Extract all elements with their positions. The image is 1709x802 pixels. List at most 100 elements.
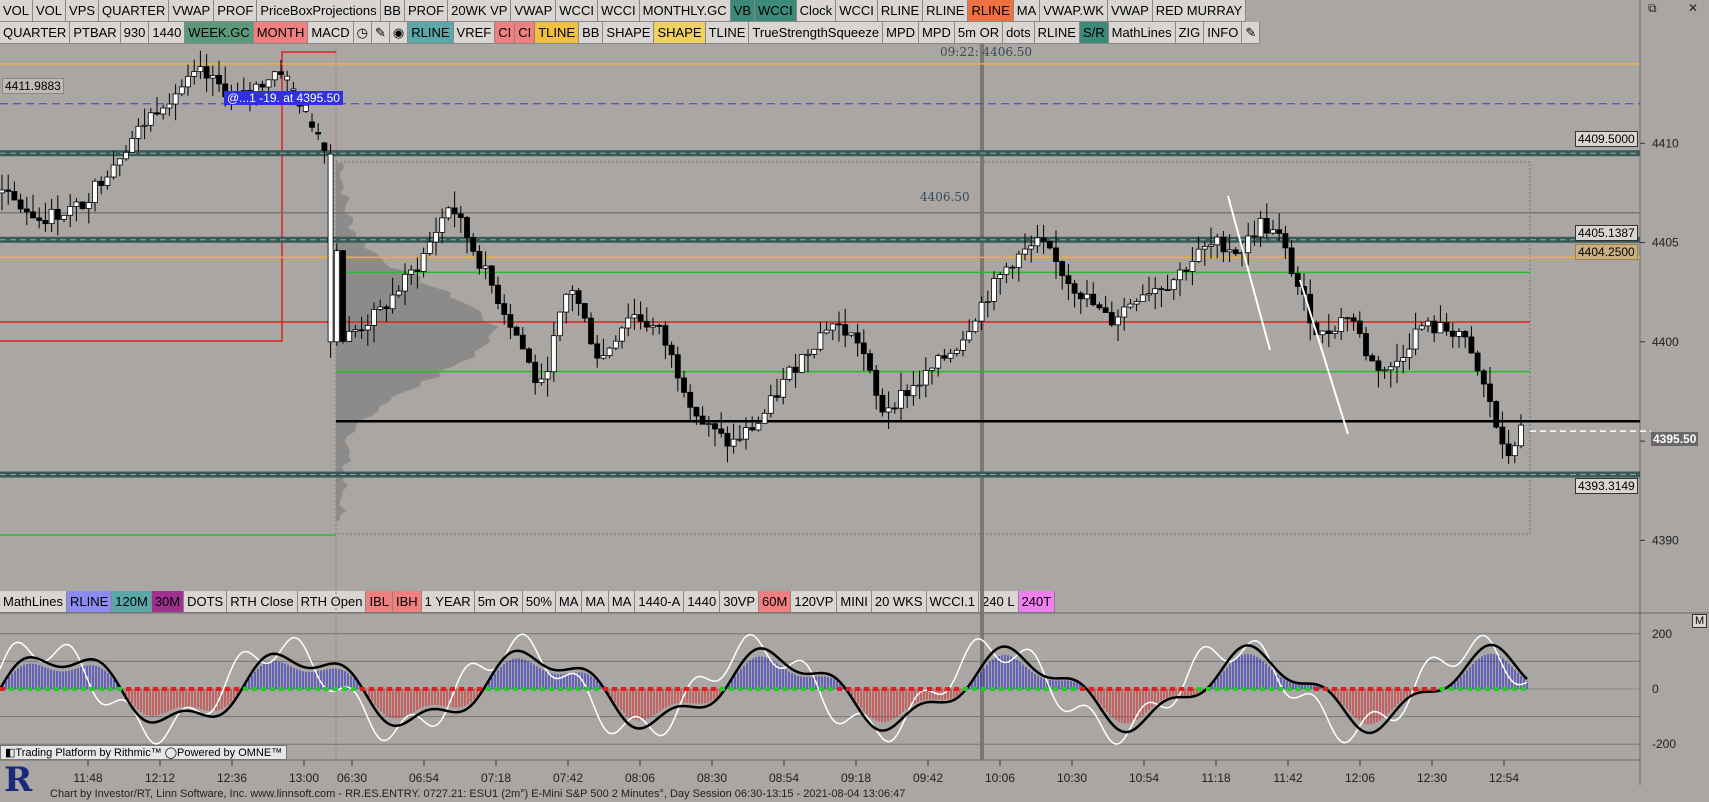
ind-zero-dot [855,687,860,691]
candle-body [116,158,123,166]
candle-body [333,250,340,343]
ind-zero-dot [369,687,374,691]
ind-zero-dot [234,687,239,691]
candle-body [1257,218,1264,238]
candle-body [1146,293,1152,296]
ind-zero-dot [1080,687,1085,691]
candle-body [941,355,948,359]
indicator-badge[interactable]: M [1692,614,1708,628]
ind-zero-dot [711,687,716,691]
candle-body [135,125,142,139]
candle-body [662,325,669,346]
ind-zero-dot [216,687,221,691]
candle-body [451,207,458,215]
candle-body [966,331,973,341]
candle-body [1226,249,1233,253]
candle-body [1195,248,1202,262]
candle-body [110,164,117,178]
candle-body [1431,320,1438,334]
ind-zero-dot [1494,687,1499,691]
ind-zero-dot [1188,687,1193,691]
candle-body [191,71,198,77]
ind-zero-dot [1332,687,1337,691]
ind-zero-dot [1044,687,1049,691]
ind-zero-dot [801,687,806,691]
candle-body [482,265,489,269]
ind-zero-dot [1458,687,1463,691]
level-price-label: 4406.50 [920,190,970,204]
x-tick-label: 08:30 [697,771,727,785]
candle-body [1214,236,1221,246]
candle-body [519,334,526,350]
ind-zero-dot [873,687,878,691]
candle-body [420,253,427,272]
candle-body [631,314,638,319]
ind-zero-dot [1071,687,1076,691]
candle-body [798,354,805,373]
ind-zero-dot [441,687,446,691]
ind-zero-dot [891,687,896,691]
ind-zero-dot [828,687,833,691]
candle-body [755,422,762,431]
ind-zero-dot [1242,687,1247,691]
ind-zero-dot [1404,687,1409,691]
candle-body [1096,304,1103,309]
candle-body [73,201,80,207]
candle-body [147,112,154,126]
ind-zero-dot [1017,687,1022,691]
candle-body [600,355,607,359]
y-tick-label: 4405 [1652,236,1679,250]
candle-body [377,306,384,310]
ind-zero-dot [306,687,311,691]
ind-zero-dot [738,687,743,691]
ind-zero-dot [1062,687,1067,691]
ind-zero-dot [1206,687,1211,691]
order-label[interactable]: @...1 -19. at 4395.50 [224,91,343,105]
candle-body [1183,269,1190,272]
ind-zero-dot [459,687,464,691]
candle-body [160,107,167,115]
candle-body [209,75,216,79]
candle-body [674,354,681,379]
candle-body [1356,320,1363,334]
candle-body [563,293,570,313]
ind-zero-dot [297,687,302,691]
ind-zero-dot [657,687,662,691]
price-label-4405: 4405.1387 [1575,225,1638,241]
candle-body [185,75,191,88]
ind-zero-dot [882,687,887,691]
candle-body [1468,336,1475,354]
candle-body [1152,288,1159,294]
ind-zero-dot [594,687,599,691]
candle-body [1480,370,1487,385]
candle-body [1084,293,1090,300]
ind-zero-dot [27,687,32,691]
candle-body [557,311,563,337]
ind-zero-dot [207,687,212,691]
ind-zero-dot [783,687,788,691]
candle-body [1003,266,1010,275]
x-tick-label: 10:54 [1129,771,1159,785]
candle-body [1108,312,1115,326]
candle-body [488,265,495,286]
candle-body [1381,369,1388,372]
ind-zero-dot [36,687,41,691]
candle-body [340,250,346,342]
ind-zero-dot [1512,687,1517,691]
ind-zero-dot [810,687,815,691]
ind-zero-dot [981,687,986,691]
x-tick-label: 11:42 [1273,771,1302,785]
candle-body [749,427,756,431]
ind-zero-dot [648,687,653,691]
candle-body [507,314,514,328]
ind-zero-dot [63,687,68,691]
ind-zero-dot [963,687,968,691]
candle-body [284,75,291,81]
candle-body [867,353,873,371]
price-chart[interactable]: 2000-200 4410440544004395439011:4812:121… [0,0,1709,802]
candle-body [470,237,477,252]
candle-body [408,269,415,275]
candle-body [1325,330,1332,334]
ind-zero-dot [1134,687,1139,691]
ind-zero-dot [414,687,419,691]
